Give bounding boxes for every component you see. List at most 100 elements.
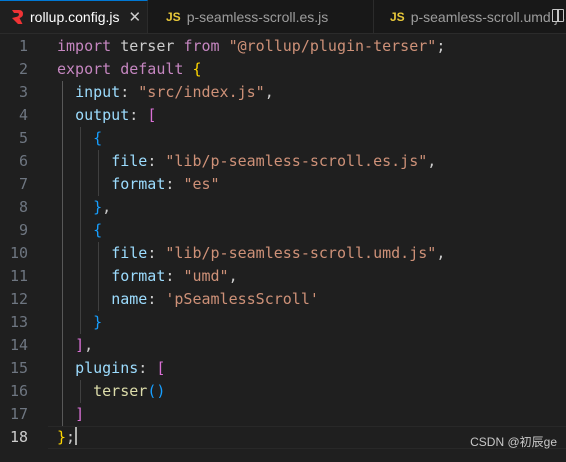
code-text: {: [57, 219, 102, 242]
code-text: name: 'pSeamlessScroll': [57, 288, 319, 311]
code-token: [: [156, 359, 166, 377]
code-line: 10 file: "lib/p-seamless-scroll.umd.js",: [0, 242, 566, 265]
code-token: 'pSeamlessScroll': [165, 290, 319, 308]
code-token: file: [111, 152, 148, 170]
code-token: ,: [102, 198, 112, 216]
line-number: 15: [9, 359, 28, 377]
text-cursor: [75, 427, 78, 445]
code-token: ]: [75, 405, 85, 423]
code-token: export: [57, 60, 112, 78]
code-token: }: [93, 198, 103, 216]
line-number: 7: [18, 175, 28, 193]
code-token: "es": [183, 175, 220, 193]
line-number: 10: [9, 244, 28, 262]
code-text: plugins: [: [57, 357, 165, 380]
code-token: {: [192, 60, 202, 78]
line-number: 2: [18, 60, 28, 78]
line-number: 13: [9, 313, 28, 331]
code-token: [: [147, 106, 157, 124]
code-text: export default {: [57, 58, 202, 81]
code-text: ]: [57, 403, 84, 426]
code-token: "umd": [183, 267, 229, 285]
code-token: }: [57, 428, 67, 446]
code-text: file: "lib/p-seamless-scroll.umd.js",: [57, 242, 445, 265]
code-token: :: [165, 175, 184, 193]
line-number: 3: [18, 83, 28, 101]
code-editor[interactable]: 1 import terser from "@rollup/plugin-ters…: [0, 34, 566, 462]
code-token: "@rollup/plugin-terser": [228, 37, 437, 55]
code-token: terser: [120, 37, 175, 55]
tab-seamless-scroll-es[interactable]: JS p-seamless-scroll.es.js: [148, 0, 374, 33]
code-text: terser(): [57, 380, 165, 403]
code-text: },: [57, 196, 111, 219]
code-text: };: [57, 426, 78, 449]
code-token: :: [147, 152, 166, 170]
code-line: 17 ]: [0, 403, 566, 426]
code-token: :: [138, 359, 157, 377]
code-line: 5 {: [0, 127, 566, 150]
watermark: CSDN @初辰ge: [470, 435, 557, 449]
line-number: 18: [9, 428, 28, 446]
code-line: 13 }: [0, 311, 566, 334]
tab-seamless-scroll-umd[interactable]: JS p-seamless-scroll.umd.js: [374, 0, 565, 33]
code-line: 9 {: [0, 219, 566, 242]
code-token: ,: [427, 152, 437, 170]
line-number: 8: [18, 198, 28, 216]
line-number: 4: [18, 106, 28, 124]
close-tab-icon[interactable]: ✕: [129, 10, 142, 25]
code-token: ]: [75, 336, 85, 354]
code-line: 4 output: [: [0, 104, 566, 127]
code-text: output: [: [57, 104, 156, 127]
code-line: 12 name: 'pSeamlessScroll': [0, 288, 566, 311]
code-text: file: "lib/p-seamless-scroll.es.js",: [57, 150, 436, 173]
code-token: {: [93, 221, 103, 239]
code-token: file: [111, 244, 148, 262]
tab-rollup-config[interactable]: rollup.config.js ✕: [0, 0, 148, 33]
code-line: 2 export default {: [0, 58, 566, 81]
code-line: 6 file: "lib/p-seamless-scroll.es.js",: [0, 150, 566, 173]
split-editor-icon[interactable]: [552, 9, 564, 22]
code-token: "lib/p-seamless-scroll.es.js": [165, 152, 428, 170]
code-text: ],: [57, 334, 93, 357]
code-token: format: [111, 267, 166, 285]
code-line: 7 format: "es": [0, 173, 566, 196]
code-line: 15 plugins: [: [0, 357, 566, 380]
line-number: 17: [9, 405, 28, 423]
code-line: 16 terser(): [0, 380, 566, 403]
js-icon: JS: [390, 9, 405, 24]
js-icon: JS: [166, 9, 181, 24]
rollup-icon: [9, 9, 24, 25]
code-text: format: "umd",: [57, 265, 237, 288]
code-token: output: [75, 106, 130, 124]
code-token: "src/index.js": [138, 83, 265, 101]
tab-label: p-seamless-scroll.umd.js: [410, 8, 565, 25]
code-token: (): [147, 382, 166, 400]
code-token: :: [147, 290, 166, 308]
code-token: {: [93, 129, 103, 147]
code-token: from: [183, 37, 220, 55]
code-token: input: [75, 83, 121, 101]
code-token: default: [120, 60, 184, 78]
code-token: format: [111, 175, 166, 193]
line-number: 1: [18, 37, 28, 55]
code-token: ;: [436, 37, 446, 55]
code-line: 3 input: "src/index.js",: [0, 81, 566, 104]
code-token: }: [93, 313, 103, 331]
code-text: input: "src/index.js",: [57, 81, 274, 104]
